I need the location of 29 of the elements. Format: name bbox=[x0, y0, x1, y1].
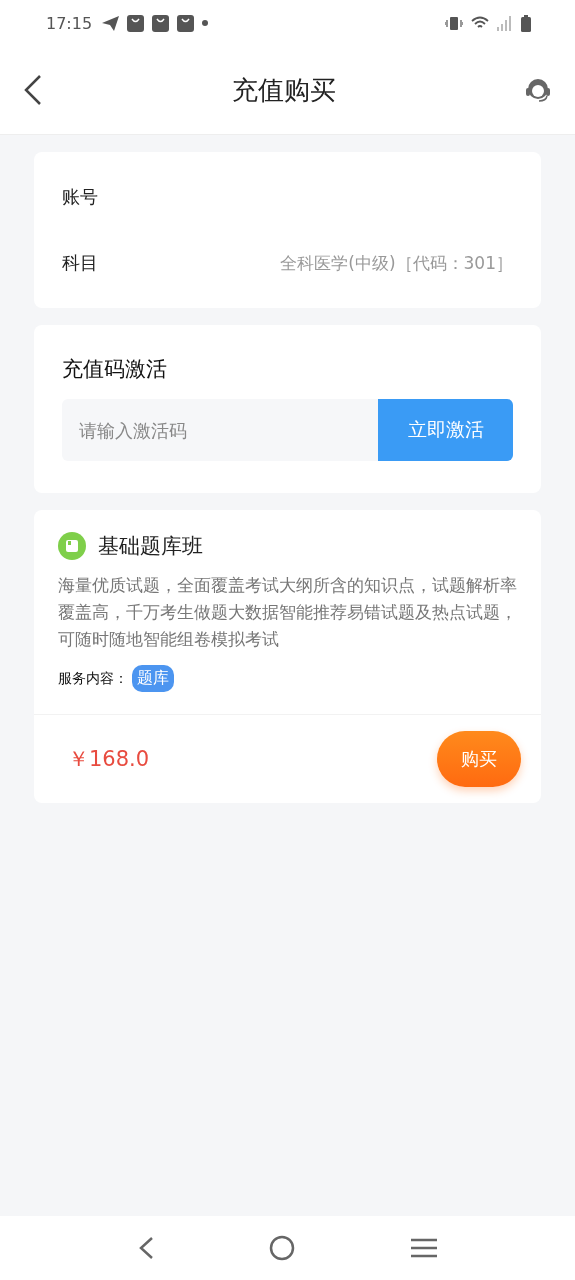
row-label: 科目 bbox=[62, 251, 98, 275]
vibrate-icon bbox=[445, 15, 463, 31]
service-label: 服务内容： bbox=[58, 669, 128, 688]
status-time: 17:15 bbox=[46, 13, 93, 33]
activate-button[interactable]: 立即激活 bbox=[378, 399, 513, 461]
home-icon[interactable] bbox=[269, 1235, 296, 1261]
row-label: 账号 bbox=[62, 185, 98, 209]
signal-icon bbox=[497, 15, 513, 31]
back-icon[interactable] bbox=[137, 1236, 154, 1260]
book-icon bbox=[58, 532, 86, 560]
battery-icon bbox=[521, 14, 531, 32]
shopping-bag-icon bbox=[127, 14, 145, 32]
service-tag: 题库 bbox=[132, 665, 174, 692]
shopping-bag-icon bbox=[152, 14, 170, 32]
wifi-icon bbox=[471, 16, 489, 30]
buy-button[interactable]: 购买 bbox=[437, 731, 521, 787]
section-title: 充值码激活 bbox=[62, 356, 168, 383]
activation-code-field[interactable]: 请输入激活码 bbox=[62, 399, 378, 461]
product-description: 海量优质试题，全面覆盖考试大纲所含的知识点，试题解析率覆盖高，千万考生做题大数据智能推荐易错试题及热点试题，可随时随地智能组卷模拟考试 bbox=[58, 574, 517, 651]
back-icon[interactable] bbox=[24, 75, 42, 105]
product-title: 基础题库班 bbox=[98, 533, 203, 560]
send-icon bbox=[102, 15, 120, 31]
shopping-bag-icon bbox=[177, 14, 195, 32]
dot-icon bbox=[202, 20, 209, 26]
price: ￥168.0 bbox=[68, 746, 150, 773]
row-value: 全科医学(中级)［代码：301］ bbox=[280, 251, 513, 275]
page-title: 充值购买 bbox=[231, 73, 336, 107]
menu-icon[interactable] bbox=[411, 1238, 438, 1258]
headset-icon[interactable] bbox=[525, 77, 551, 103]
